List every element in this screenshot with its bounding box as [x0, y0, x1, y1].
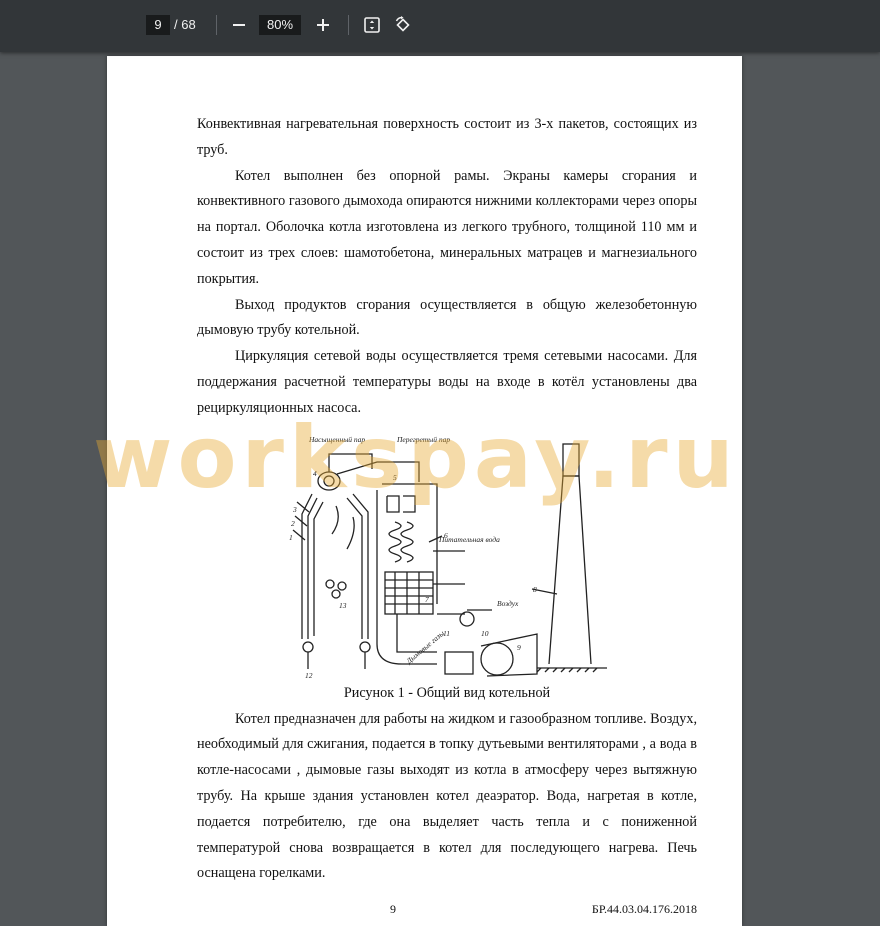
zoom-level-input[interactable]: 80% [259, 15, 301, 35]
callout-7: 7 [425, 595, 429, 604]
paragraph: Котел выполнен без опорной рамы. Экраны … [197, 167, 697, 287]
zoom-in-button[interactable] [310, 12, 336, 38]
paragraph: Циркуляция сетевой воды осуществляется т… [197, 348, 697, 416]
callout-4: 4 [313, 469, 317, 478]
document-code: БР.44.03.04.176.2018 [591, 902, 697, 916]
steam-superheated-label: Перегретый пар [396, 435, 450, 444]
paragraph: Котел предназначен для работы на жидком … [197, 710, 697, 882]
rotate-button[interactable] [390, 12, 416, 38]
callout-11: 11 [443, 629, 450, 638]
callout-12: 12 [305, 671, 313, 680]
page-total-label: / 68 [174, 17, 196, 32]
toolbar-divider [348, 15, 349, 35]
boiler-diagram-figure: Насыщенный пар Перегретый пар Питательна… [197, 424, 697, 680]
callout-6: 6 [444, 531, 448, 540]
callout-3: 3 [292, 505, 297, 514]
callout-13: 13 [339, 601, 347, 610]
callout-9: 9 [517, 643, 521, 652]
pdf-toolbar: 9 / 68 80% [0, 0, 880, 52]
fit-to-page-button[interactable] [359, 12, 385, 38]
rotate-icon [395, 16, 410, 32]
zoom-out-button[interactable] [226, 12, 252, 38]
flue-gases-label: Дымовые газы [404, 628, 446, 665]
toolbar-divider [216, 15, 217, 35]
plus-icon [317, 19, 329, 31]
callout-10: 10 [481, 629, 489, 638]
steam-saturated-label: Насыщенный пар [308, 435, 365, 444]
paragraph: Конвективная нагревательная поверхность … [197, 116, 697, 158]
callout-8: 8 [533, 585, 537, 594]
page-content: Конвективная нагревательная поверхность … [197, 112, 697, 887]
minus-icon [233, 24, 245, 26]
page-number-input[interactable]: 9 [146, 15, 170, 35]
document-page: Конвективная нагревательная поверхность … [93, 56, 742, 926]
fit-to-page-icon [364, 17, 380, 33]
figure-caption: Рисунок 1 - Общий вид котельной [343, 684, 551, 701]
callout-1: 1 [289, 533, 293, 542]
paragraph: Выход продуктов сгорания осуществляется … [197, 296, 697, 339]
callout-5: 5 [393, 473, 397, 482]
air-label: Воздух [497, 599, 519, 608]
boiler-diagram: Насыщенный пар Перегретый пар Питательна… [289, 435, 607, 680]
page-number: 9 [390, 902, 396, 916]
callout-2: 2 [291, 519, 295, 528]
